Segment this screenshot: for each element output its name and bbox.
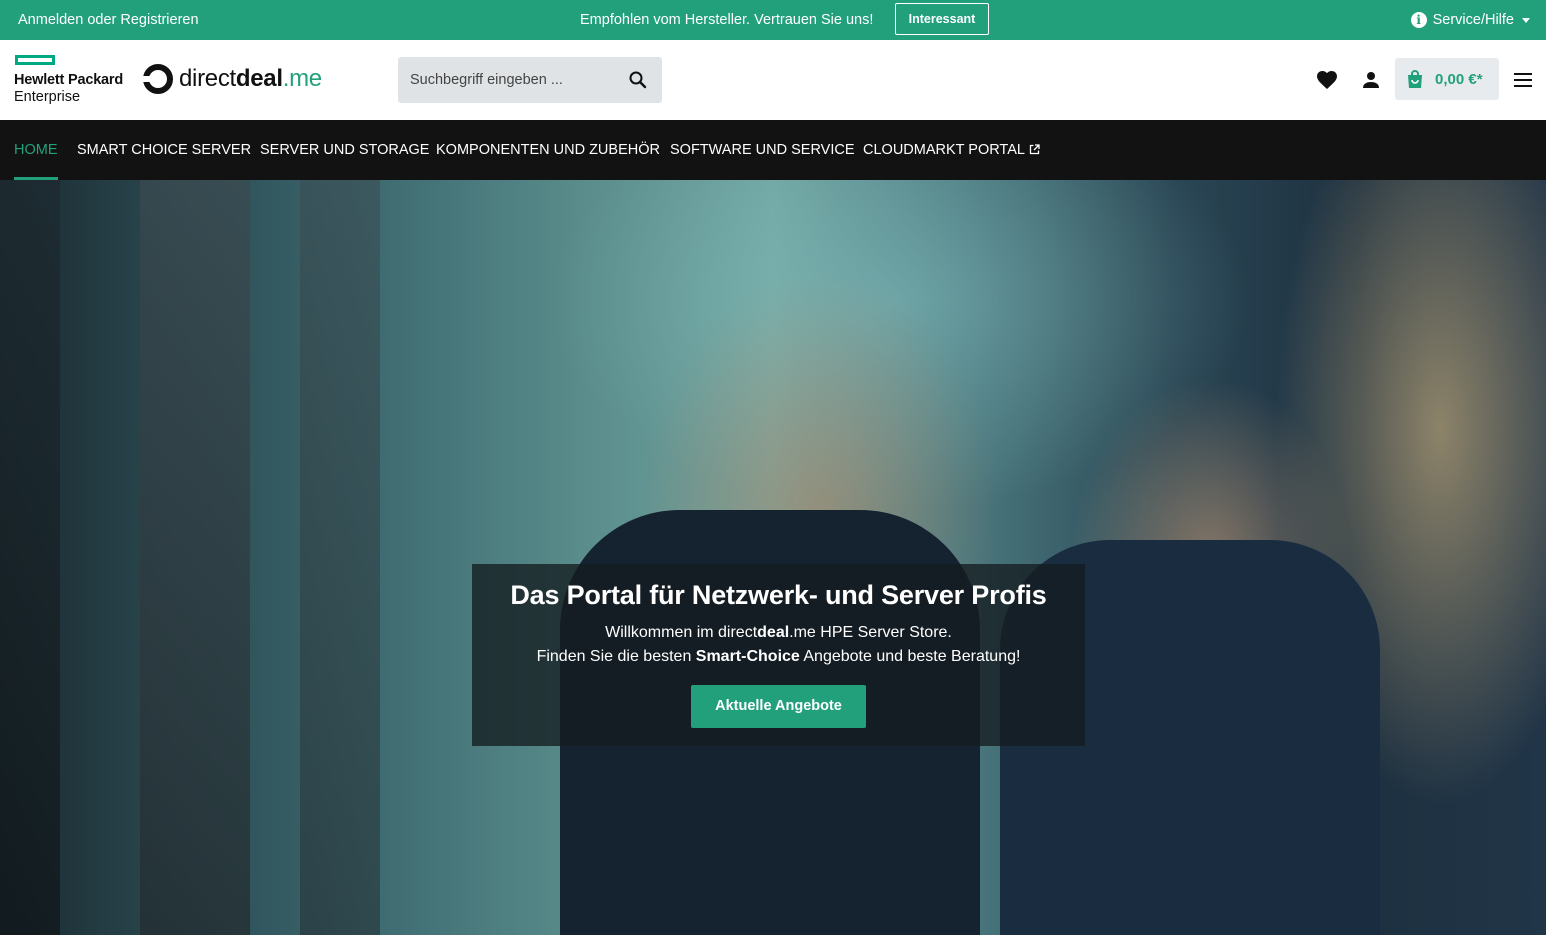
hpe-logo-mark: [15, 55, 55, 65]
directdeal-logo-mark: [143, 64, 173, 94]
menu-icon[interactable]: [1514, 73, 1532, 87]
bag-icon: [1408, 70, 1422, 88]
hpe-logo[interactable]: Hewlett Packard Enterprise: [14, 54, 138, 106]
promo-button[interactable]: Interessant: [895, 3, 989, 35]
cart-total: 0,00 €*: [1435, 70, 1483, 88]
nav-item-komponenten-und-zubehoer[interactable]: KOMPONENTEN UND ZUBEHÖR: [436, 120, 660, 180]
current-offers-button[interactable]: Aktuelle Angebote: [691, 685, 866, 728]
hero-text-box: Das Portal für Netzwerk- und Server Prof…: [472, 564, 1085, 746]
info-icon: i: [1410, 12, 1427, 28]
hero-bg-rack: [140, 180, 250, 935]
caret-down-icon: [1522, 17, 1530, 23]
external-link-icon: [1029, 144, 1040, 155]
hpe-logo-line2: Enterprise: [14, 89, 81, 105]
hero-bg-rack: [300, 180, 380, 935]
login-register-link[interactable]: Anmelden oder Registrieren: [18, 0, 199, 40]
nav-item-server-und-storage[interactable]: SERVER UND STORAGE: [260, 120, 429, 180]
search-icon[interactable]: [628, 70, 648, 90]
top-bar: Anmelden oder Registrieren Empfohlen vom…: [0, 0, 1546, 40]
hero-subtitle-line1: Willkommen im directdeal.me HPE Server S…: [605, 624, 952, 641]
directdeal-logo[interactable]: directdeal.me: [143, 62, 322, 96]
hero-subtitle-line2: Finden Sie die besten Smart-Choice Angeb…: [536, 648, 1021, 665]
main-nav: HOME SMART CHOICE SERVER SERVER UND STOR…: [0, 120, 1546, 180]
hero-title: Das Portal für Netzwerk- und Server Prof…: [510, 580, 1047, 610]
promo-text: Empfohlen vom Hersteller. Vertrauen Sie …: [580, 12, 874, 28]
search-box: [398, 57, 662, 103]
nav-item-home[interactable]: HOME: [14, 120, 58, 180]
header: Hewlett Packard Enterprise directdeal.me…: [0, 40, 1546, 120]
nav-item-smart-choice-server[interactable]: SMART CHOICE SERVER: [77, 120, 251, 180]
hero-banner: Das Portal für Netzwerk- und Server Prof…: [0, 180, 1546, 935]
nav-item-cloudmarkt-label: CLOUDMARKT PORTAL: [863, 142, 1025, 158]
service-help-dropdown[interactable]: i Service/Hilfe: [1410, 0, 1530, 40]
nav-item-cloudmarkt-portal[interactable]: CLOUDMARKT PORTAL: [863, 120, 1040, 180]
service-help-label: Service/Hilfe: [1432, 12, 1514, 28]
hero-bg-rack: [0, 180, 60, 935]
user-icon[interactable]: [1359, 68, 1383, 92]
nav-item-software-und-service[interactable]: SOFTWARE UND SERVICE: [670, 120, 855, 180]
heart-icon[interactable]: [1315, 68, 1339, 92]
search-input[interactable]: [398, 57, 608, 103]
directdeal-logo-text: directdeal.me: [179, 65, 322, 92]
cart-button[interactable]: 0,00 €*: [1395, 58, 1499, 100]
hpe-logo-line1: Hewlett Packard: [14, 72, 124, 88]
